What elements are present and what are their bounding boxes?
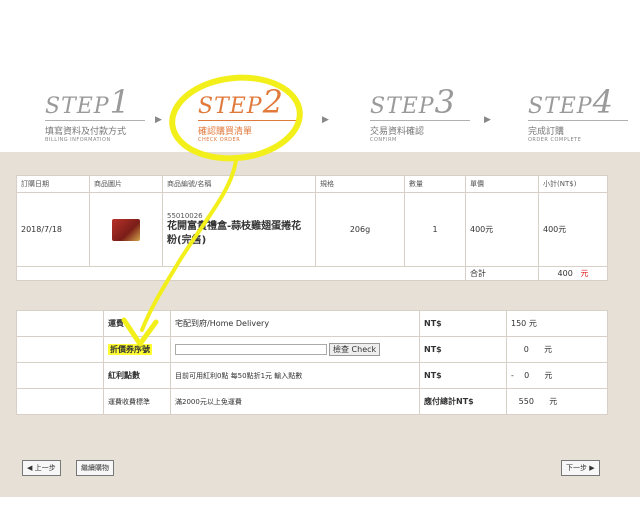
bonus-amount: 0 <box>524 371 530 380</box>
header-subtotal: 小計(NT$) <box>538 175 608 193</box>
shipping-method: 宅配到府/Home Delivery <box>170 310 420 337</box>
step-1-label: 填寫資料及付款方式 <box>45 127 127 137</box>
grand-total-unit: 元 <box>549 397 558 406</box>
total-unit: 元 <box>580 269 589 278</box>
step-arrow-icon: ▶ <box>155 115 162 125</box>
step-1-word: STEP1 <box>45 83 131 121</box>
shipping-rule-text: 滿2000元以上免運費 <box>170 388 420 415</box>
product-price: 400元 <box>465 192 539 267</box>
product-name[interactable]: 花開富貴禮盒-蒜枝雞翅蛋捲花粉(完售) <box>167 220 311 248</box>
step-4: STEP4 完成訂購 ORDER COMPLETE <box>528 86 628 143</box>
grand-total-amount: 550 <box>518 397 534 406</box>
bonus-label: 紅利點數 <box>103 362 171 389</box>
summary-table: 運費 宅配到府/Home Delivery NT$ 150 元 折價券序號 檢查… <box>16 310 608 415</box>
coupon-input[interactable] <box>175 344 327 355</box>
order-date: 2018/7/18 <box>16 192 90 267</box>
step-4-label: 完成訂購 <box>528 127 565 137</box>
header-spec: 規格 <box>315 175 405 193</box>
product-qty: 1 <box>404 192 466 267</box>
grand-total-cell: 550 元 <box>506 388 608 415</box>
next-step-button[interactable]: 下一步 ▶ <box>561 460 600 476</box>
header-image: 商品圖片 <box>89 175 163 193</box>
prev-step-button[interactable]: ◀ 上一步 <box>22 460 61 476</box>
product-spec: 206g <box>315 192 405 267</box>
shipping-amount: 150 元 <box>506 310 608 337</box>
grand-total-row: 運費收費標準 滿2000元以上免運費 應付總計NT$ 550 元 <box>16 388 608 415</box>
shipping-row: 運費 宅配到府/Home Delivery NT$ 150 元 <box>16 310 608 337</box>
product-subtotal: 400元 <box>538 192 608 267</box>
header-price: 單價 <box>465 175 539 193</box>
order-table: 訂購日期 商品圖片 商品編號/名稱 規格 數量 單價 小計(NT$) 2018/… <box>16 175 608 281</box>
coupon-unit: 元 <box>544 345 553 354</box>
shipping-rule-label: 運費收費標準 <box>103 388 171 415</box>
continue-shopping-button[interactable]: 繼續購物 <box>76 460 114 476</box>
grand-total-label: 應付總計NT$ <box>419 388 507 415</box>
checkout-panel: 訂購日期 商品圖片 商品編號/名稱 規格 數量 單價 小計(NT$) 2018/… <box>0 152 640 497</box>
step-2-label: 確認購買清單 <box>198 127 253 137</box>
step-3-sublabel: CONFIRM <box>370 137 397 143</box>
bonus-info: 目前可用紅利0點 每50點折1元 輸入點數 <box>170 362 420 389</box>
coupon-amount: 0 <box>523 345 529 354</box>
step-1-sublabel: BILLING INFORMATION <box>45 137 111 143</box>
coupon-currency: NT$ <box>419 336 507 363</box>
header-product: 商品編號/名稱 <box>162 175 316 193</box>
step-2-sublabel: CHECK ORDER <box>198 137 241 143</box>
product-cell: 55010026 花開富貴禮盒-蒜枝雞翅蛋捲花粉(完售) <box>162 192 316 267</box>
table-row: 2018/7/18 55010026 花開富貴禮盒-蒜枝雞翅蛋捲花粉(完售) 2… <box>16 192 608 267</box>
shipping-label: 運費 <box>103 310 171 337</box>
coupon-amount-cell: 0 元 <box>506 336 608 363</box>
bonus-currency: NT$ <box>419 362 507 389</box>
coupon-row: 折價券序號 檢查 Check NT$ 0 元 <box>16 336 608 363</box>
order-table-header: 訂購日期 商品圖片 商品編號/名稱 規格 數量 單價 小計(NT$) <box>16 175 608 193</box>
product-code: 55010026 <box>167 211 203 220</box>
total-row: 合計 400 元 <box>16 266 608 281</box>
step-3: STEP3 交易資料確認 CONFIRM <box>370 86 470 143</box>
step-1: STEP1 填寫資料及付款方式 BILLING INFORMATION <box>45 86 145 143</box>
step-arrow-icon: ▶ <box>484 115 491 125</box>
total-value: 400 <box>557 269 573 278</box>
bonus-unit: 元 <box>544 371 553 380</box>
coupon-label-cell: 折價券序號 <box>103 336 171 363</box>
bonus-amount-cell: - 0 元 <box>506 362 608 389</box>
bonus-row: 紅利點數 目前可用紅利0點 每50點折1元 輸入點數 NT$ - 0 元 <box>16 362 608 389</box>
total-cell: 400 元 <box>538 266 608 281</box>
step-3-word: STEP3 <box>370 83 456 121</box>
product-image-cell <box>89 192 163 267</box>
header-qty: 數量 <box>404 175 466 193</box>
step-arrow-icon: ▶ <box>322 115 329 125</box>
coupon-label: 折價券序號 <box>108 344 152 355</box>
coupon-check-button[interactable]: 檢查 Check <box>329 343 381 356</box>
step-4-sublabel: ORDER COMPLETE <box>528 137 582 143</box>
header-date: 訂購日期 <box>16 175 90 193</box>
step-2: STEP2 確認購買清單 CHECK ORDER <box>198 86 298 143</box>
coupon-input-cell: 檢查 Check <box>170 336 420 363</box>
bonus-sign: - <box>511 371 514 380</box>
step-4-word: STEP4 <box>528 83 614 121</box>
step-2-word: STEP2 <box>198 83 284 121</box>
step-3-label: 交易資料確認 <box>370 127 425 137</box>
product-thumbnail[interactable] <box>112 218 140 241</box>
total-label: 合計 <box>465 266 539 281</box>
shipping-currency: NT$ <box>419 310 507 337</box>
